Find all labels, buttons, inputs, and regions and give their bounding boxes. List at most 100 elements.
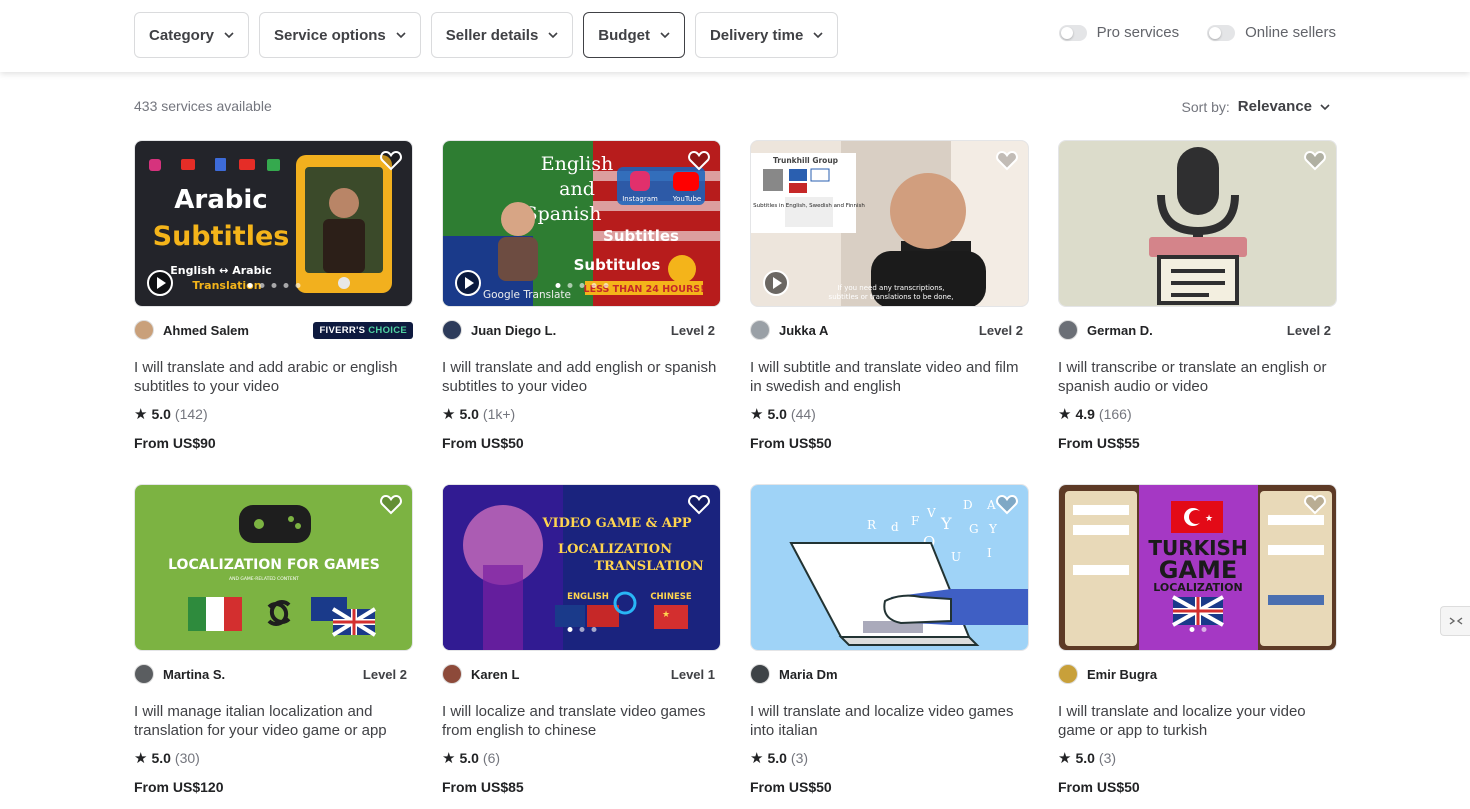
review-count: (3) bbox=[790, 750, 809, 766]
gig-card: VIDEO GAME & APP LOCALIZATION TRANSLATIO… bbox=[442, 484, 721, 795]
gig-thumbnail[interactable]: ★ TURKISH GAME LOCALIZATION bbox=[1058, 484, 1337, 651]
seller-info: Juan Diego L. Level 2 bbox=[442, 319, 721, 341]
rating-score: 5.0 bbox=[151, 406, 171, 422]
toggle-switch[interactable] bbox=[1058, 24, 1087, 41]
online-sellers-toggle[interactable]: Online sellers bbox=[1207, 24, 1336, 41]
gig-price[interactable]: From US$55 bbox=[1058, 435, 1140, 451]
gig-card: Trunkhill Group Subtitles in English, Sw… bbox=[750, 140, 1029, 451]
svg-text:I: I bbox=[987, 546, 992, 560]
side-widget-button[interactable] bbox=[1440, 606, 1470, 636]
online-sellers-label: Online sellers bbox=[1245, 24, 1336, 41]
gig-title[interactable]: I will subtitle and translate video and … bbox=[750, 358, 1029, 396]
avatar[interactable] bbox=[1058, 320, 1078, 340]
play-icon[interactable] bbox=[455, 270, 481, 296]
toggle-group: Pro services Online sellers bbox=[1058, 24, 1336, 41]
filter-category[interactable]: Category bbox=[134, 12, 250, 58]
avatar[interactable] bbox=[134, 320, 154, 340]
gig-title[interactable]: I will transcribe or translate an englis… bbox=[1058, 358, 1337, 396]
gig-thumbnail[interactable]: RdF VYD AGY ECW aQU bBT NI bbox=[750, 484, 1029, 651]
gig-price[interactable]: From US$85 bbox=[442, 779, 524, 795]
seller-info: Maria Dm bbox=[750, 663, 1029, 685]
image-text: LOCALIZATION FOR GAMES bbox=[168, 557, 380, 573]
filter-budget[interactable]: Budget bbox=[583, 12, 685, 58]
results-count: 433 services available bbox=[134, 98, 272, 114]
gig-thumbnail[interactable]: Arabic Subtitles English ↔ Arabic Transl… bbox=[134, 140, 413, 307]
seller-name[interactable]: German D. bbox=[1087, 323, 1153, 338]
filter-service-options[interactable]: Service options bbox=[259, 12, 421, 58]
filter-category-label: Category bbox=[149, 26, 215, 44]
gig-thumbnail[interactable]: LOCALIZATION FOR GAMES AND GAME-RELATED … bbox=[134, 484, 413, 651]
avatar[interactable] bbox=[442, 664, 462, 684]
image-text: Subtitles bbox=[153, 221, 290, 252]
gig-title[interactable]: I will translate and add arabic or engli… bbox=[134, 358, 413, 396]
gig-rating: ★ 5.0 (30) bbox=[134, 749, 200, 767]
filter-delivery-time[interactable]: Delivery time bbox=[694, 12, 839, 58]
review-count: (142) bbox=[174, 406, 208, 422]
pro-services-label: Pro services bbox=[1096, 24, 1180, 41]
avatar[interactable] bbox=[134, 664, 154, 684]
gig-price[interactable]: From US$50 bbox=[750, 435, 832, 451]
carousel-dots[interactable] bbox=[567, 627, 596, 632]
image-text: LOCALIZATION bbox=[1153, 581, 1242, 594]
gig-price[interactable]: From US$50 bbox=[442, 435, 524, 451]
play-icon[interactable] bbox=[147, 270, 173, 296]
seller-name[interactable]: Juan Diego L. bbox=[471, 323, 556, 338]
sort-value: Relevance bbox=[1237, 98, 1312, 115]
gig-thumbnail[interactable] bbox=[1058, 140, 1337, 307]
sort-dropdown[interactable]: Relevance bbox=[1238, 98, 1330, 115]
gig-title[interactable]: I will translate and add english or span… bbox=[442, 358, 721, 396]
gig-thumbnail[interactable]: VIDEO GAME & APP LOCALIZATION TRANSLATIO… bbox=[442, 484, 721, 651]
avatar[interactable] bbox=[750, 320, 770, 340]
gig-price[interactable]: From US$90 bbox=[134, 435, 216, 451]
carousel-dots[interactable] bbox=[1189, 627, 1206, 632]
gig-title[interactable]: I will manage italian localization and t… bbox=[134, 702, 413, 740]
collapse-icon bbox=[1449, 617, 1462, 625]
seller-name[interactable]: Maria Dm bbox=[779, 667, 838, 682]
gig-rating: ★ 5.0 (1k+) bbox=[442, 405, 515, 423]
gig-rating: ★ 5.0 (44) bbox=[750, 405, 816, 423]
gig-price[interactable]: From US$50 bbox=[750, 779, 832, 795]
heart-icon[interactable] bbox=[687, 149, 711, 171]
rating-score: 5.0 bbox=[459, 406, 479, 422]
image-text: Trunkhill Group bbox=[773, 156, 839, 165]
review-count: (30) bbox=[174, 750, 200, 766]
seller-name[interactable]: Martina S. bbox=[163, 667, 225, 682]
filter-seller-details-label: Seller details bbox=[445, 26, 539, 44]
filter-bar: Category Service options Seller details … bbox=[0, 0, 1470, 72]
heart-icon[interactable] bbox=[1303, 493, 1327, 515]
seller-name[interactable]: Emir Bugra bbox=[1087, 667, 1157, 682]
seller-name[interactable]: Karen L bbox=[471, 667, 519, 682]
gig-price[interactable]: From US$50 bbox=[1058, 779, 1140, 795]
image-text: ENGLISH bbox=[567, 592, 609, 602]
avatar[interactable] bbox=[442, 320, 462, 340]
heart-icon[interactable] bbox=[995, 493, 1019, 515]
gig-card: LOCALIZATION FOR GAMES AND GAME-RELATED … bbox=[134, 484, 413, 795]
gig-title[interactable]: I will localize and translate video game… bbox=[442, 702, 721, 740]
svg-text:R: R bbox=[867, 518, 877, 532]
gig-thumbnail[interactable]: Trunkhill Group Subtitles in English, Sw… bbox=[750, 140, 1029, 307]
carousel-dots[interactable] bbox=[555, 283, 608, 288]
heart-icon[interactable] bbox=[995, 149, 1019, 171]
pro-services-toggle[interactable]: Pro services bbox=[1058, 24, 1180, 41]
seller-name[interactable]: Jukka A bbox=[779, 323, 828, 338]
toggle-switch[interactable] bbox=[1207, 24, 1236, 41]
gig-image: RdF VYD AGY ECW aQU bBT NI bbox=[751, 485, 1028, 650]
gig-price[interactable]: From US$120 bbox=[134, 779, 223, 795]
avatar[interactable] bbox=[1058, 664, 1078, 684]
play-icon[interactable] bbox=[763, 270, 789, 296]
carousel-dots[interactable] bbox=[247, 283, 300, 288]
heart-icon[interactable] bbox=[687, 493, 711, 515]
image-text: English ↔ Arabic bbox=[170, 264, 272, 277]
heart-icon[interactable] bbox=[379, 493, 403, 515]
star-icon: ★ bbox=[1058, 750, 1072, 767]
seller-level: Level 2 bbox=[670, 322, 715, 338]
filter-seller-details[interactable]: Seller details bbox=[430, 12, 574, 58]
gig-title[interactable]: I will translate and localize video game… bbox=[750, 702, 1029, 740]
avatar[interactable] bbox=[750, 664, 770, 684]
gig-title[interactable]: I will translate and localize your video… bbox=[1058, 702, 1337, 740]
heart-icon[interactable] bbox=[379, 149, 403, 171]
seller-name[interactable]: Ahmed Salem bbox=[163, 323, 249, 338]
rating-score: 5.0 bbox=[767, 750, 787, 766]
gig-thumbnail[interactable]: English and Spanish Instagram YouTube Su… bbox=[442, 140, 721, 307]
heart-icon[interactable] bbox=[1303, 149, 1327, 171]
